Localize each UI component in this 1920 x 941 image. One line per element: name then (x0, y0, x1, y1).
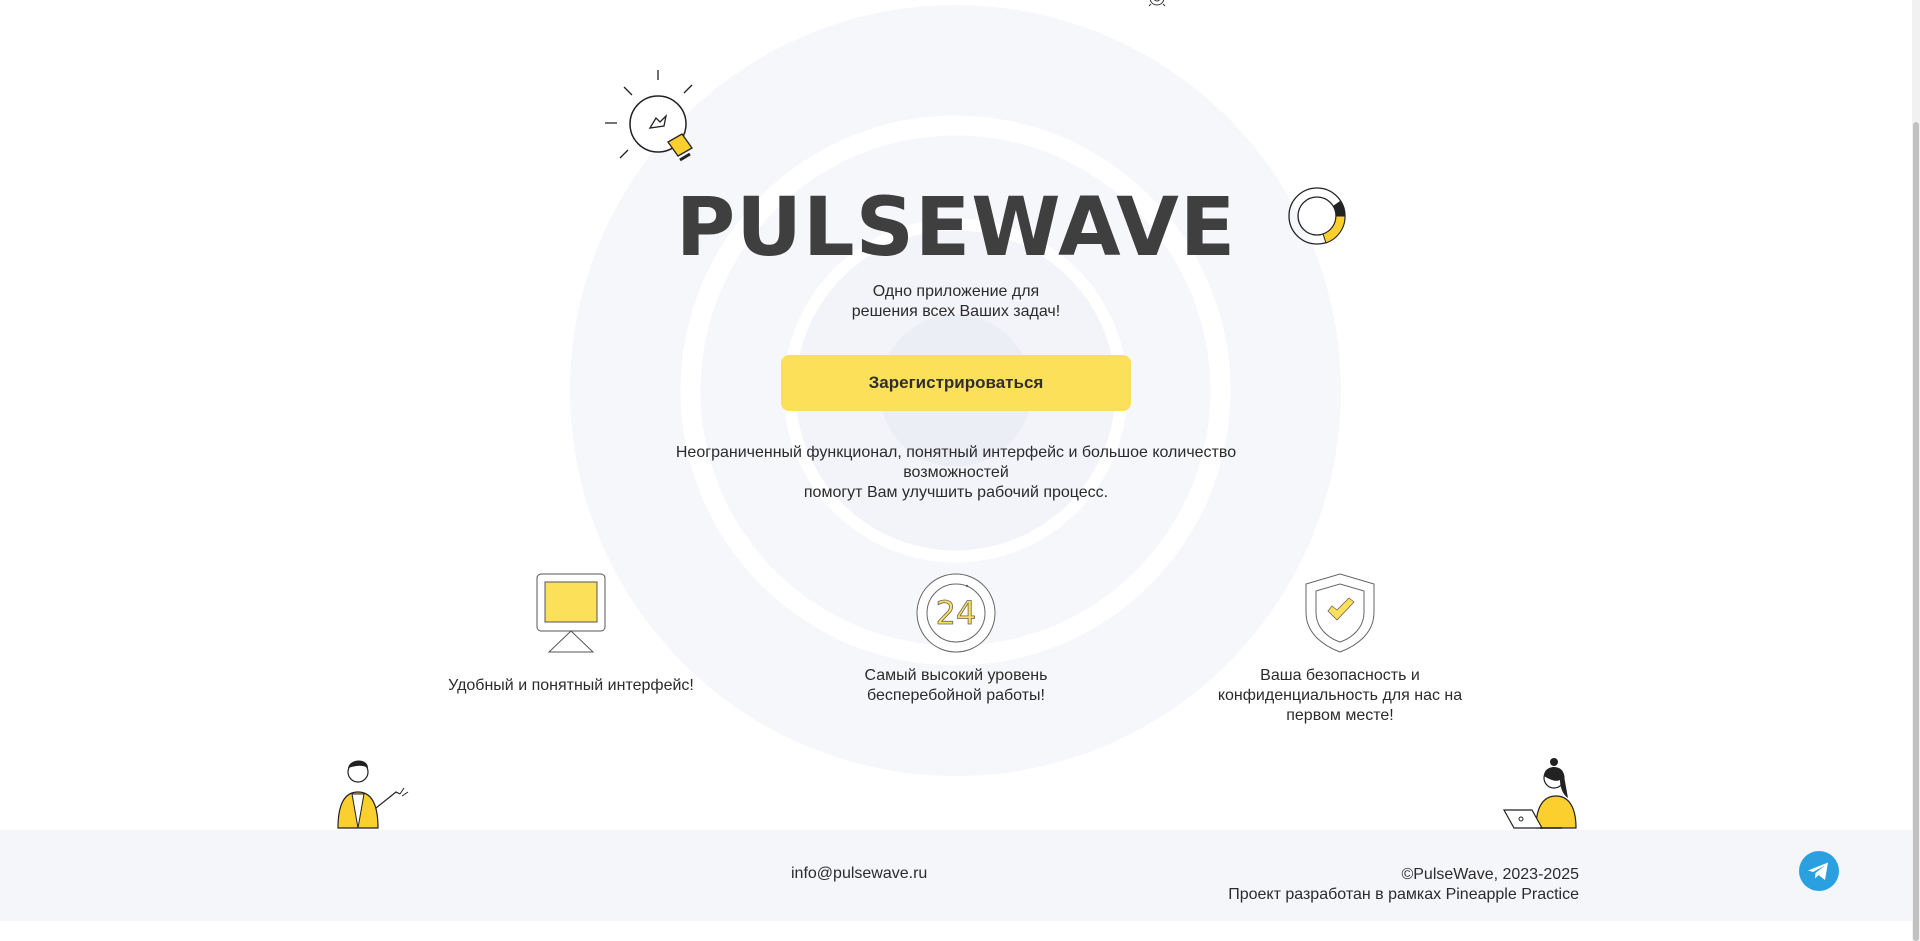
footer-credit: Проект разработан в рамках Pineapple Pra… (1228, 886, 1579, 903)
feature-uptime-text: Самый высокий уровень бесперебойной рабо… (864, 667, 1048, 704)
shield-check-icon (1305, 573, 1375, 653)
footer-copyright: ©PulseWave, 2023-2025 (1401, 866, 1579, 883)
hero-subtitle: Одно приложение для решения всех Ваших з… (851, 283, 1061, 320)
clock-24-number: 24 (936, 594, 977, 632)
landing-page: PULSEWAVE Одно приложение для решения вс… (0, 0, 1920, 941)
scrollbar-thumb[interactable] (1913, 122, 1919, 941)
footer-copyright-block: ©PulseWave, 2023-2025 Проект разработан … (1228, 865, 1579, 905)
feature-interface: Удобный и понятный интерфейс! (431, 572, 711, 696)
gear-icon (1148, 0, 1166, 7)
feature-interface-text: Удобный и понятный интерфейс! (448, 677, 694, 694)
feature-security-text: Ваша безопасность и конфиденциальность д… (1217, 667, 1463, 724)
page-scrollbar[interactable] (1912, 0, 1920, 941)
footer: info@pulsewave.ru ©PulseWave, 2023-2025 … (0, 830, 1912, 921)
feature-uptime: 24 Самый высокий уровень бесперебойной р… (816, 572, 1096, 706)
hero-description: Неограниченный функционал, понятный инте… (675, 444, 1237, 501)
register-button[interactable]: Зарегистрироваться (781, 355, 1131, 411)
monitor-icon (536, 573, 606, 653)
telegram-button[interactable] (1799, 851, 1839, 891)
footer-email-link[interactable]: info@pulsewave.ru (791, 865, 927, 883)
feature-security: Ваша безопасность и конфиденциальность д… (1200, 572, 1480, 726)
man-illustration (337, 760, 409, 829)
clock-24-icon: 24 (916, 573, 996, 653)
brand-logo: PULSEWAVE (675, 181, 1237, 275)
lightbulb-icon (605, 70, 693, 162)
woman-laptop-illustration (1502, 758, 1577, 829)
telegram-icon (1808, 862, 1828, 880)
